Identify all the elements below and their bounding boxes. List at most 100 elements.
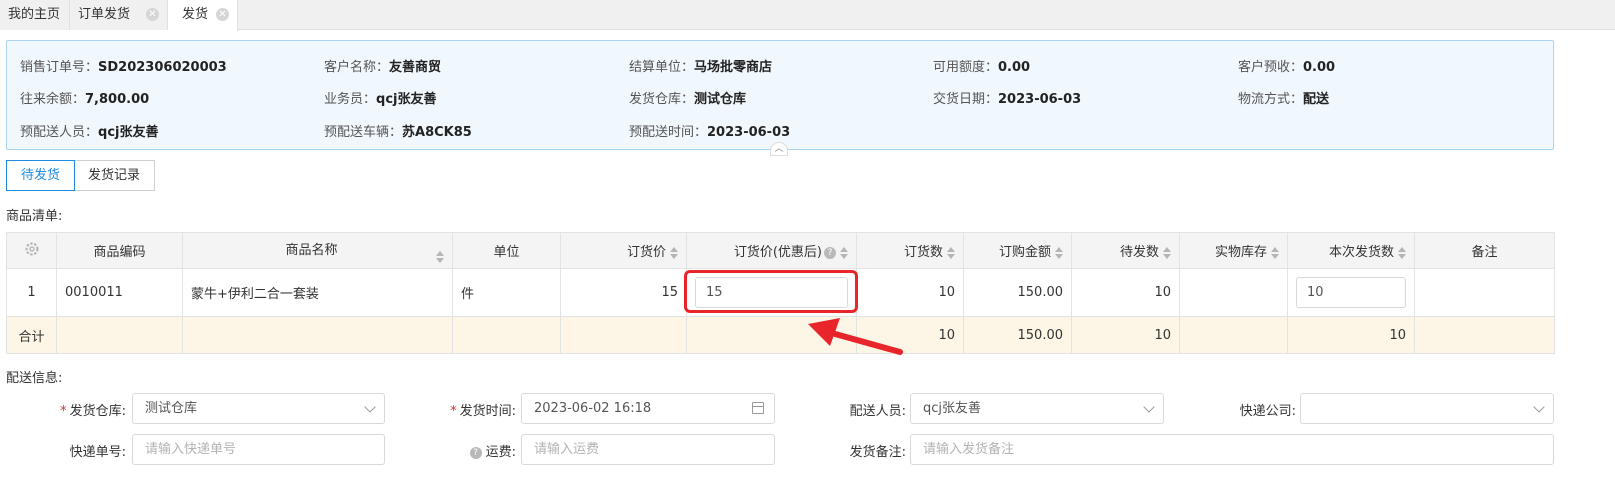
info-credit: 可用额度：0.00: [933, 60, 1031, 75]
info-salesman: 业务员：qcj张友善: [324, 92, 437, 107]
col-remark: 备注: [1414, 232, 1555, 269]
tab-bar: 我的主页 订单发货 ✕ 发货 ✕: [0, 0, 1615, 31]
sort-icon[interactable]: [436, 250, 444, 263]
cell-code: 0010011: [56, 268, 183, 317]
settings-gear-icon[interactable]: [6, 232, 57, 269]
total-label: 合计: [6, 316, 57, 354]
cell-disc-price: 15: [686, 268, 857, 317]
cell-amount: 150.00: [963, 268, 1072, 317]
info-customer: 客户名称：友善商贸: [324, 60, 442, 75]
ship-time-label: * 发货时间:: [450, 404, 516, 419]
freight-label: ? 运费:: [420, 441, 516, 460]
tab-label: 我的主页: [8, 7, 61, 22]
tab-order-shipping[interactable]: 订单发货 ✕: [70, 0, 168, 30]
sort-icon[interactable]: [1055, 246, 1063, 259]
express-no-input[interactable]: 请输入快递单号: [132, 434, 385, 465]
info-warehouse: 发货仓库：测试仓库: [629, 92, 747, 107]
total-empty: [182, 316, 453, 354]
col-disc-price[interactable]: 订货价(优惠后)?: [686, 232, 857, 269]
seg-pending[interactable]: 待发货: [6, 160, 76, 191]
total-empty: [56, 316, 183, 354]
total-empty: [560, 316, 687, 354]
cell-qty: 10: [856, 268, 964, 317]
tab-label: 发货: [182, 7, 209, 22]
total-ship-qty: 10: [1287, 316, 1415, 354]
sort-icon[interactable]: [840, 246, 848, 259]
total-qty: 10: [856, 316, 964, 354]
tab-label: 订单发货: [78, 7, 131, 22]
sort-icon[interactable]: [1398, 246, 1406, 259]
info-trade-date: 交货日期：2023-06-03: [933, 92, 1082, 107]
cell-remark[interactable]: [1414, 268, 1555, 317]
express-company-select[interactable]: [1300, 393, 1554, 424]
goods-list-title: 商品清单:: [6, 209, 63, 224]
seg-label: 待发货: [21, 168, 61, 183]
col-price[interactable]: 订货价: [560, 232, 687, 269]
seg-records[interactable]: 发货记录: [74, 160, 156, 191]
info-prepay: 客户预收：0.00: [1238, 60, 1336, 75]
col-code: 商品编码: [56, 232, 183, 269]
order-info-panel: 销售订单号：SD202306020003 客户名称：友善商贸 结算单位：马场批零…: [6, 40, 1554, 150]
cell-stock: [1179, 268, 1288, 317]
chevron-down-icon: [364, 401, 376, 413]
col-qty[interactable]: 订货数: [856, 232, 964, 269]
total-pending: 10: [1071, 316, 1180, 354]
total-empty: [686, 316, 857, 354]
warehouse-label: * 发货仓库:: [60, 404, 126, 419]
col-amount[interactable]: 订购金额: [963, 232, 1072, 269]
table-row: 1 0010011 蒙牛+伊利二合一套装 件 15 15 10 150.00 1…: [6, 268, 1555, 317]
deliverer-label: 配送人员:: [849, 404, 906, 419]
cell-pending: 10: [1071, 268, 1180, 317]
sort-icon[interactable]: [1271, 246, 1279, 259]
express-company-label: 快递公司:: [1239, 404, 1296, 419]
col-stock[interactable]: 实物库存: [1179, 232, 1288, 269]
cell-ship-qty: 10: [1287, 268, 1415, 317]
goods-table: 商品编码 商品名称 单位 订货价 订货价(优惠后)? 订货数 订购金额 待发数 …: [6, 232, 1555, 354]
sort-icon[interactable]: [1163, 246, 1171, 259]
chevron-down-icon: [1533, 401, 1545, 413]
ship-time-picker[interactable]: 2023-06-02 16:18: [521, 393, 775, 424]
close-icon[interactable]: ✕: [146, 8, 159, 21]
total-empty: [452, 316, 561, 354]
col-pending[interactable]: 待发数: [1071, 232, 1180, 269]
info-deliverer: 预配送人员：qcj张友善: [20, 125, 159, 140]
warehouse-select[interactable]: 测试仓库: [132, 393, 385, 424]
tab-shipping[interactable]: 发货 ✕: [168, 0, 238, 31]
cell-unit: 件: [452, 268, 561, 317]
freight-input[interactable]: 请输入运费: [521, 434, 775, 465]
ship-remark-label: 发货备注:: [849, 445, 906, 460]
delivery-info-title: 配送信息:: [6, 371, 63, 386]
cell-price: 15: [560, 268, 687, 317]
info-logistics: 物流方式：配送: [1238, 92, 1330, 107]
close-icon[interactable]: ✕: [216, 8, 229, 21]
collapse-up-icon[interactable]: ︿: [770, 142, 788, 156]
cell-name: 蒙牛+伊利二合一套装: [182, 268, 453, 317]
col-name[interactable]: 商品名称: [182, 232, 453, 269]
help-icon[interactable]: ?: [824, 246, 836, 259]
express-no-label: 快递单号:: [69, 445, 126, 460]
table-total-row: 合计 10 150.00 10 10: [6, 316, 1555, 354]
sort-icon[interactable]: [670, 246, 678, 259]
disc-price-input[interactable]: 15: [695, 277, 848, 308]
info-vehicle: 预配送车辆：苏A8CK85: [324, 125, 472, 140]
total-amount: 150.00: [963, 316, 1072, 354]
ship-remark-input[interactable]: 请输入发货备注: [910, 434, 1554, 465]
deliverer-select[interactable]: qcj张友善: [910, 393, 1164, 424]
col-unit: 单位: [452, 232, 561, 269]
calendar-icon: [752, 402, 764, 414]
sort-icon[interactable]: [947, 246, 955, 259]
total-empty: [1414, 316, 1555, 354]
col-ship-qty[interactable]: 本次发货数: [1287, 232, 1415, 269]
info-order-no: 销售订单号：SD202306020003: [20, 60, 227, 75]
total-empty: [1179, 316, 1288, 354]
chevron-down-icon: [1143, 401, 1155, 413]
ship-qty-input[interactable]: 10: [1296, 277, 1406, 308]
info-balance: 往来余额：7,800.00: [20, 92, 150, 107]
help-icon[interactable]: ?: [469, 446, 482, 459]
tab-home[interactable]: 我的主页: [0, 0, 70, 30]
seg-label: 发货记录: [88, 168, 141, 183]
info-deliver-time: 预配送时间：2023-06-03: [629, 125, 791, 140]
row-index: 1: [6, 268, 57, 317]
info-settle-unit: 结算单位：马场批零商店: [629, 60, 773, 75]
table-header-row: 商品编码 商品名称 单位 订货价 订货价(优惠后)? 订货数 订购金额 待发数 …: [6, 232, 1555, 269]
